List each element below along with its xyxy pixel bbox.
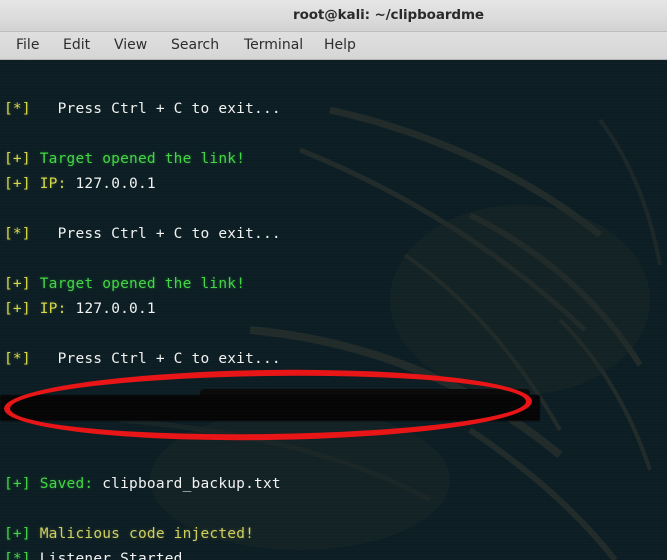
terminal-text-segment: [*]	[4, 351, 31, 367]
terminal-line: [+] Malicious code injected!	[0, 522, 667, 547]
terminal-text-segment: [+]	[4, 276, 40, 292]
terminal-line: [+] IP: 127.0.0.1	[0, 172, 667, 197]
terminal-line: [+] Target opened the link!	[0, 147, 667, 172]
terminal-line: [+] Target opened the link!	[0, 272, 667, 297]
terminal-line: [*] Listener Started...	[0, 547, 667, 560]
terminal-text-segment: Target opened the link!	[39, 151, 246, 167]
terminal-text-segment: Malicious code injected!	[39, 526, 255, 542]
terminal-line: [*] Press Ctrl + C to exit...	[0, 347, 667, 372]
terminal-text-segment: 127.0.0.1	[75, 60, 155, 61]
terminal-text-segment: [+]	[4, 176, 40, 192]
terminal-text-segment: [*]	[4, 226, 31, 242]
terminal-line: [+] IP: 127.0.0.1	[0, 297, 667, 322]
terminal-text-segment: IP:	[39, 301, 76, 317]
terminal-text-segment: 127.0.0.1	[75, 176, 156, 192]
terminal-line: [+] Saved: clipboard_backup.txt	[0, 472, 667, 497]
menu-item-file[interactable]: File	[12, 36, 43, 54]
terminal-text-segment: Listener Started...	[39, 551, 210, 560]
terminal-text-segment: [+] Saved:	[4, 476, 103, 492]
terminal-screen[interactable]: [+] IP: 127.0.0.1 [*] Press Ctrl + C to e…	[0, 60, 667, 560]
terminal-text-segment: 127.0.0.1	[75, 301, 156, 317]
window-title: root@kali: ~/clipboardme	[293, 7, 484, 23]
menu-item-edit[interactable]: Edit	[59, 36, 94, 54]
terminal-output: [+] IP: 127.0.0.1 [*] Press Ctrl + C to e…	[0, 60, 667, 560]
menu-bar: File Edit View Search Terminal Help	[0, 32, 667, 60]
terminal-line: [+] IP: 127.0.0.1	[0, 60, 667, 72]
terminal-text-segment: [*]	[4, 101, 31, 117]
terminal-line: [*] Press Ctrl + C to exit...	[0, 222, 667, 247]
terminal-text-segment: [+]	[4, 60, 40, 61]
menu-item-search[interactable]: Search	[167, 36, 223, 54]
terminal-text-segment: IP:	[39, 176, 76, 192]
terminal-text-segment: Target opened the link!	[39, 276, 246, 292]
terminal-text-segment: [*]	[4, 551, 40, 560]
menu-item-help[interactable]: Help	[320, 36, 360, 54]
terminal-text-segment: [+]	[4, 301, 40, 317]
terminal-text-segment: clipboard_backup.txt	[102, 476, 281, 492]
window-titlebar[interactable]: root@kali: ~/clipboardme	[0, 0, 667, 32]
terminal-text-segment: Press Ctrl + C to exit...	[30, 101, 281, 117]
terminal-text-segment: [+]	[4, 151, 40, 167]
terminal-text-segment: IP:	[40, 60, 76, 61]
menu-item-terminal[interactable]: Terminal	[240, 36, 307, 54]
terminal-text-segment: [+]	[4, 526, 40, 542]
terminal-window: root@kali: ~/clipboardme File Edit View Sea…	[0, 0, 667, 560]
terminal-line: [*] Press Ctrl + C to exit...	[0, 97, 667, 122]
menu-item-view[interactable]: View	[110, 36, 151, 54]
terminal-text-segment: Press Ctrl + C to exit...	[30, 226, 281, 242]
terminal-text-segment: Press Ctrl + C to exit...	[30, 351, 281, 367]
